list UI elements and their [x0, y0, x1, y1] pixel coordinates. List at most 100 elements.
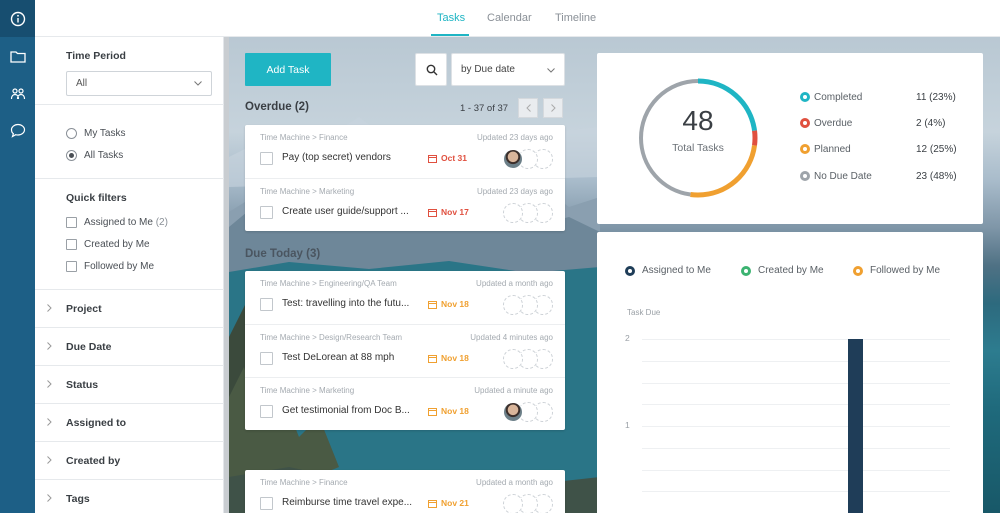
tab-calendar[interactable]: Calendar: [487, 12, 532, 24]
add-task-button[interactable]: Add Task: [245, 53, 331, 86]
avatar-placeholder[interactable]: [503, 295, 523, 315]
task-checkbox[interactable]: [260, 497, 273, 510]
calendar-icon: [428, 154, 437, 163]
filter-created-by[interactable]: Created by: [35, 441, 224, 479]
task-stats-card: 48 Total Tasks Completed 11 (23%) Overdu…: [597, 53, 983, 224]
legend-no-due-date-value: 23 (48%): [916, 171, 957, 182]
legend-overdue: Overdue: [814, 118, 853, 129]
search-button[interactable]: [415, 53, 447, 86]
chevron-right-icon: [47, 304, 52, 312]
time-period-select[interactable]: All: [66, 71, 212, 96]
task-row[interactable]: Time Machine > Finance Updated a month a…: [245, 470, 565, 513]
task-row[interactable]: Time Machine > Finance Updated 23 days a…: [245, 125, 565, 178]
task-checkbox[interactable]: [260, 298, 273, 311]
calendar-icon: [428, 407, 437, 416]
filter-assigned-to[interactable]: Assigned to: [35, 403, 224, 441]
chevron-right-icon: [550, 104, 556, 112]
task-checkbox[interactable]: [260, 352, 273, 365]
chevron-right-icon: [47, 494, 52, 502]
assigned-to-me-checkbox[interactable]: [66, 217, 77, 228]
grid-line: [642, 426, 950, 428]
task-due-date: Nov 18: [428, 299, 469, 309]
task-checkbox[interactable]: [260, 152, 273, 165]
task-due-date: Nov 18: [428, 353, 469, 363]
filter-due-date[interactable]: Due Date: [35, 327, 224, 365]
grid-line: [642, 447, 950, 449]
task-name[interactable]: Test DeLorean at 88 mph: [282, 352, 422, 363]
team-icon[interactable]: [8, 84, 27, 103]
tab-timeline[interactable]: Timeline: [555, 12, 596, 24]
y-tick-label: 1: [625, 420, 630, 431]
chart-legend-assigned[interactable]: Assigned to Me: [642, 265, 711, 276]
assignee-avatars: [503, 349, 553, 369]
folder-icon[interactable]: [8, 47, 27, 66]
legend-planned: Planned: [814, 144, 851, 155]
my-tasks-radio[interactable]: [66, 128, 77, 139]
task-name[interactable]: Pay (top secret) vendors: [282, 152, 396, 163]
chart-legend-followed[interactable]: Followed by Me: [870, 265, 940, 276]
filter-due-date-label: Due Date: [66, 341, 112, 353]
completed-legend-dot: [800, 92, 810, 102]
tab-tasks[interactable]: Tasks: [437, 12, 465, 24]
calendar-icon: [428, 300, 437, 309]
grid-line: [642, 491, 950, 493]
all-tasks-label: All Tasks: [84, 150, 124, 161]
task-checkbox[interactable]: [260, 405, 273, 418]
filter-status-label: Status: [66, 379, 99, 391]
task-row[interactable]: Time Machine > Engineering/QA Team Updat…: [245, 271, 565, 324]
created-by-me-checkbox[interactable]: [66, 239, 77, 250]
task-name[interactable]: Reimburse time travel expe...: [282, 497, 422, 508]
info-icon[interactable]: [0, 0, 35, 37]
task-name[interactable]: Get testimonial from Doc B...: [282, 405, 422, 416]
chevron-down-icon: [194, 81, 202, 86]
chevron-right-icon: [47, 342, 52, 350]
bar-assigned-to-me[interactable]: [848, 339, 863, 513]
task-checkbox[interactable]: [260, 206, 273, 219]
filter-project[interactable]: Project: [35, 289, 224, 327]
task-breadcrumb: Time Machine > Finance: [260, 133, 348, 142]
avatar-placeholder[interactable]: [503, 494, 523, 513]
filter-status[interactable]: Status: [35, 365, 224, 403]
chevron-right-icon: [47, 380, 52, 388]
all-tasks-radio[interactable]: [66, 150, 77, 161]
task-breadcrumb: Time Machine > Design/Research Team: [260, 333, 403, 342]
task-breadcrumb: Time Machine > Marketing: [260, 386, 355, 395]
total-tasks-label: Total Tasks: [672, 142, 724, 154]
avatar[interactable]: [503, 149, 523, 169]
followed-by-me-checkbox[interactable]: [66, 261, 77, 272]
filter-tags[interactable]: Tags: [35, 479, 224, 513]
task-due-date: Nov 21: [428, 498, 469, 508]
avatar-placeholder[interactable]: [503, 203, 523, 223]
task-name[interactable]: Test: travelling into the futu...: [282, 298, 422, 309]
sort-value: by Due date: [461, 64, 515, 75]
calendar-icon: [428, 499, 437, 508]
task-row[interactable]: Time Machine > Marketing Updated 23 days…: [245, 178, 565, 231]
task-row[interactable]: Time Machine > Marketing Updated a minut…: [245, 377, 565, 430]
assignee-avatars: [503, 295, 553, 315]
avatar-placeholder[interactable]: [503, 349, 523, 369]
assignee-avatars: [503, 402, 553, 422]
chat-icon[interactable]: [8, 121, 27, 140]
avatar[interactable]: [503, 402, 523, 422]
filter-tags-label: Tags: [66, 493, 90, 505]
chart-legend-created[interactable]: Created by Me: [758, 265, 824, 276]
filter-created-by-label: Created by: [66, 455, 121, 467]
chart-plot-area: 21: [597, 322, 983, 513]
prev-page-button[interactable]: [518, 98, 538, 118]
task-name[interactable]: Create user guide/support ...: [282, 206, 422, 217]
created-by-me-label: Created by Me: [84, 239, 150, 250]
next-page-button[interactable]: [543, 98, 563, 118]
time-period-label: Time Period: [66, 50, 126, 62]
grid-line: [642, 469, 950, 471]
pagination-count: 1 - 37 of 37: [460, 103, 509, 114]
chevron-right-icon: [47, 456, 52, 464]
calendar-icon: [428, 354, 437, 363]
task-row[interactable]: Time Machine > Design/Research Team Upda…: [245, 324, 565, 377]
upcoming-task-card: Time Machine > Finance Updated a month a…: [245, 470, 565, 513]
total-tasks-donut: [638, 78, 758, 198]
task-updated: Updated 23 days ago: [476, 187, 553, 196]
due-today-title: Due Today (3): [245, 248, 321, 260]
filter-project-label: Project: [66, 303, 102, 315]
task-breadcrumb: Time Machine > Engineering/QA Team: [260, 279, 397, 288]
sort-select[interactable]: by Due date: [451, 53, 565, 86]
